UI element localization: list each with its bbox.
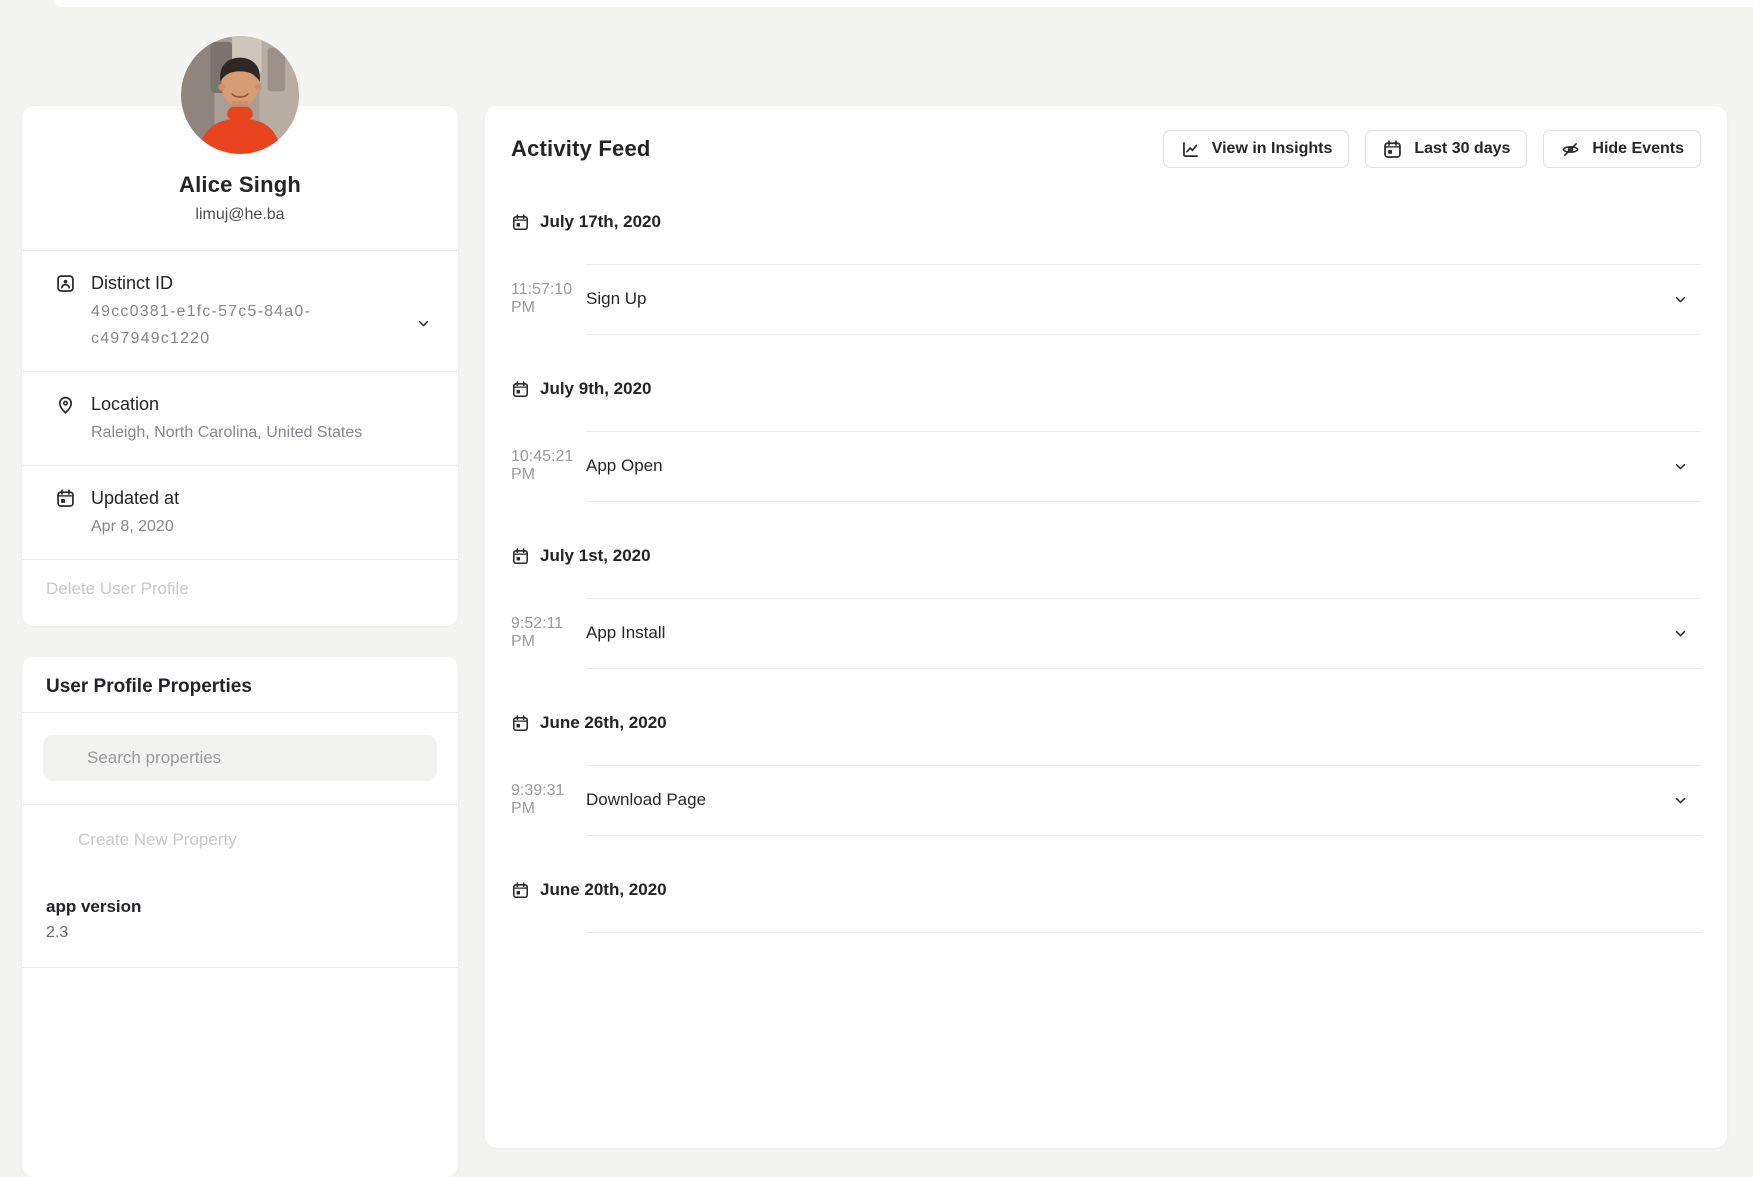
plus-icon [46,831,64,849]
date-header: June 26th, 2020 [511,703,1701,743]
property-value: 2.3 [46,924,434,942]
button-label: Last 30 days [1414,140,1510,158]
property-name: app version [46,897,434,917]
divider [22,967,458,968]
event-list: 9:52:11 PM App Install [511,598,1701,668]
calendar-icon [511,714,530,733]
event-name: App Open [586,456,663,476]
create-new-property-label: Create New Property [78,830,237,850]
event-list: 11:57:10 PM Sign Up [511,264,1701,334]
date-label: July 9th, 2020 [540,379,652,399]
last-30-days-button[interactable]: Last 30 days [1365,130,1527,168]
chevron-down-icon[interactable] [1672,291,1689,308]
search-icon [56,749,75,768]
event-list: 10:45:21 PM App Open [511,431,1701,501]
date-label: June 26th, 2020 [540,713,667,733]
calendar-icon [55,488,76,509]
hide-events-button[interactable]: Hide Events [1543,130,1701,168]
properties-title: User Profile Properties [22,657,458,713]
delete-user-profile-button[interactable]: Delete User Profile [22,559,458,626]
button-label: Hide Events [1592,140,1684,158]
feed-date-group: July 9th, 2020 10:45:21 PM App Open [511,369,1701,502]
user-profile-card: Alice Singh limuj@he.ba Distinct ID 49cc… [22,106,458,626]
avatar [181,36,299,154]
event-row[interactable]: 9:52:11 PM App Install [511,598,1701,668]
user-email: limuj@he.ba [42,206,438,224]
event-name: Download Page [586,790,706,810]
date-label: July 17th, 2020 [540,212,661,232]
date-header: July 17th, 2020 [511,202,1701,242]
calendar-icon [511,547,530,566]
activity-feed-header: Activity Feed View in Insights Last 30 d… [511,106,1701,168]
chevron-down-icon[interactable] [1672,792,1689,809]
profile-fields: Distinct ID 49cc0381-e1fc-57c5-84a0-c497… [22,250,458,559]
profile-field-location: Location Raleigh, North Carolina, United… [22,371,458,465]
chevron-down-icon[interactable] [1672,458,1689,475]
date-header: July 1st, 2020 [511,536,1701,576]
feed-date-group: July 1st, 2020 9:52:11 PM App Install [511,536,1701,669]
event-row[interactable]: 9:39:31 PM Download Page [511,765,1701,835]
user-name: Alice Singh [42,172,438,198]
event-row[interactable]: 11:57:10 PM Sign Up [511,264,1701,334]
date-label: June 20th, 2020 [540,880,667,900]
feed-date-group: June 26th, 2020 9:39:31 PM Download Page [511,703,1701,836]
divider [586,932,1701,933]
event-time: 9:39:31 PM [511,782,586,818]
profile-field-label: Updated at [91,485,179,512]
divider [586,668,1701,669]
page-layout: Alice Singh limuj@he.ba Distinct ID 49cc… [22,106,1727,1148]
event-time: 10:45:21 PM [511,448,586,484]
profile-field-value: Raleigh, North Carolina, United States [91,419,362,446]
profile-sidebar: Alice Singh limuj@he.ba Distinct ID 49cc… [22,106,458,1148]
profile-field-value: Apr 8, 2020 [91,513,179,540]
divider [586,334,1701,335]
button-label: View in Insights [1212,140,1333,158]
divider [586,501,1701,502]
profile-field-text: Updated at Apr 8, 2020 [91,485,179,540]
event-name: App Install [586,623,665,643]
calendar-icon [511,881,530,900]
search-properties-box[interactable] [43,735,437,781]
feed-date-group: June 20th, 2020 [511,870,1701,933]
profile-field-distinct-id: Distinct ID 49cc0381-e1fc-57c5-84a0-c497… [22,250,458,371]
chevron-down-icon[interactable] [1672,625,1689,642]
event-list: 9:39:31 PM Download Page [511,765,1701,835]
calendar-icon [1382,139,1403,160]
profile-field-label: Distinct ID [91,270,367,297]
calendar-icon [511,213,530,232]
activity-feed-title: Activity Feed [511,136,651,162]
profile-field-value: 49cc0381-e1fc-57c5-84a0-c497949c1220 [91,298,367,352]
top-scroll-band [55,0,1753,7]
activity-feed-card: Activity Feed View in Insights Last 30 d… [485,106,1727,1148]
user-profile-properties-card: User Profile Properties Create New Prope… [22,657,458,1177]
search-properties-input[interactable] [87,748,424,768]
date-header: June 20th, 2020 [511,870,1701,910]
view-in-insights-button[interactable]: View in Insights [1163,130,1350,168]
property-list: app version 2.3 [22,873,458,968]
date-label: July 1st, 2020 [540,546,651,566]
create-new-property-button[interactable]: Create New Property [22,805,458,873]
id-card-icon [55,273,76,294]
feed-date-group: July 17th, 2020 11:57:10 PM Sign Up [511,202,1701,335]
map-pin-icon [55,394,76,415]
profile-field-label: Location [91,391,362,418]
property-item-wrap: app version 2.3 [22,873,458,968]
chevron-down-icon[interactable] [415,315,432,332]
profile-field-text: Location Raleigh, North Carolina, United… [91,391,362,446]
event-name: Sign Up [586,289,646,309]
event-time: 9:52:11 PM [511,615,586,651]
event-time: 11:57:10 PM [511,281,586,317]
property-item: app version 2.3 [22,873,458,942]
feed-groups: July 17th, 2020 11:57:10 PM Sign Up July… [511,202,1701,933]
calendar-icon [511,380,530,399]
feed-actions: View in Insights Last 30 days Hide Event… [1163,130,1701,168]
profile-field-text: Distinct ID 49cc0381-e1fc-57c5-84a0-c497… [91,270,367,352]
profile-field-updated-at: Updated at Apr 8, 2020 [22,465,458,559]
event-row[interactable]: 10:45:21 PM App Open [511,431,1701,501]
divider [586,835,1701,836]
eye-off-icon [1560,139,1581,160]
date-header: July 9th, 2020 [511,369,1701,409]
insights-chart-icon [1180,139,1201,160]
